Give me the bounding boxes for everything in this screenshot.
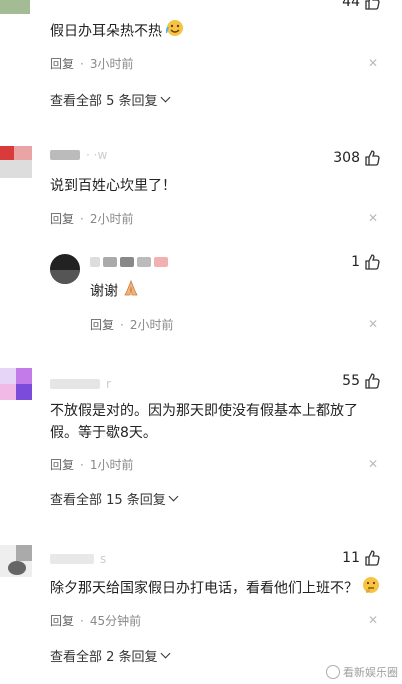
thinking-face-icon [362,576,380,601]
thumb-up-icon[interactable] [364,550,380,566]
avatar[interactable] [0,368,32,400]
close-icon[interactable]: ✕ [368,56,378,70]
like-count[interactable]: 11 [342,550,380,566]
like-count-value: 44 [342,0,360,10]
view-all-replies-button[interactable]: 查看全部 15 条回复 [50,489,179,508]
comment-text: 除夕那天给国家假日办打电话，看看他们上班不？ [50,576,380,601]
comment-text: 不放假是对的。因为那天即使没有假基本上都放了假。等于歇8天。 [50,403,358,441]
username[interactable]: r [50,377,111,391]
like-count-value: 55 [342,373,360,389]
chevron-down-icon [168,491,179,502]
view-all-replies-button[interactable]: 查看全部 2 条回复 [50,646,170,665]
comment-meta: 回复 · 1小时前 [50,456,133,473]
timestamp: 45分钟前 [89,614,142,628]
reply-button[interactable]: 回复 [90,316,114,333]
praying-hands-icon [122,279,140,304]
like-count[interactable]: 308 [333,150,380,166]
thumb-up-icon[interactable] [364,150,380,166]
thumb-up-icon[interactable] [364,373,380,389]
like-count-value: 308 [333,150,360,166]
reply-meta: 回复 · 2小时前 [90,316,173,333]
separator-dot: · [120,317,124,332]
username-blur [50,554,94,564]
separator-dot: · [80,211,84,226]
username-blur [50,150,80,160]
like-count-value: 1 [351,254,360,270]
face-emoji-icon [165,19,184,44]
reply-button[interactable]: 回复 [50,456,74,473]
close-icon[interactable]: ✕ [368,457,378,471]
timestamp: 3小时前 [89,57,134,71]
like-count[interactable]: 1 [351,254,380,270]
watermark: 看新娱乐圈 [326,664,398,680]
thumb-up-icon[interactable] [364,254,380,270]
comment-text: 说到百姓心坎里了！ [50,178,176,194]
reply-button[interactable]: 回复 [50,210,74,227]
timestamp: 2小时前 [89,212,134,226]
comment-meta: 回复 · 3小时前 [50,55,133,72]
like-count-value: 11 [342,550,360,566]
separator-dot: · [80,613,84,628]
timestamp: 1小时前 [89,458,134,472]
like-count[interactable]: 55 [342,373,380,389]
timestamp: 2小时前 [129,318,174,332]
reply-button[interactable]: 回复 [50,612,74,629]
reply-avatar[interactable] [50,254,80,284]
avatar[interactable] [0,0,30,14]
avatar[interactable] [0,545,32,577]
close-icon[interactable]: ✕ [368,211,378,225]
comment-meta: 回复 · 45分钟前 [50,612,141,629]
close-icon[interactable]: ✕ [368,613,378,627]
comment-meta: 回复 · 2小时前 [50,210,133,227]
separator-dot: · [80,457,84,472]
thumb-up-icon[interactable] [364,0,380,10]
username[interactable]: s [50,552,106,566]
chevron-down-icon [160,648,170,659]
watermark-logo-icon [326,665,340,679]
reply-text: 谢谢 [90,279,140,304]
separator-dot: · [80,56,84,71]
comment-text: 假日办耳朵热不热 [50,19,184,44]
reply-username[interactable] [90,257,168,267]
username[interactable]: · ·w [50,148,107,162]
reply-button[interactable]: 回复 [50,55,74,72]
username-blur [50,379,100,389]
chevron-down-icon [160,92,170,103]
close-icon[interactable]: ✕ [368,317,378,331]
view-all-replies-button[interactable]: 查看全部 5 条回复 [50,90,170,109]
like-count[interactable]: 44 [342,0,380,10]
avatar[interactable] [0,146,32,178]
